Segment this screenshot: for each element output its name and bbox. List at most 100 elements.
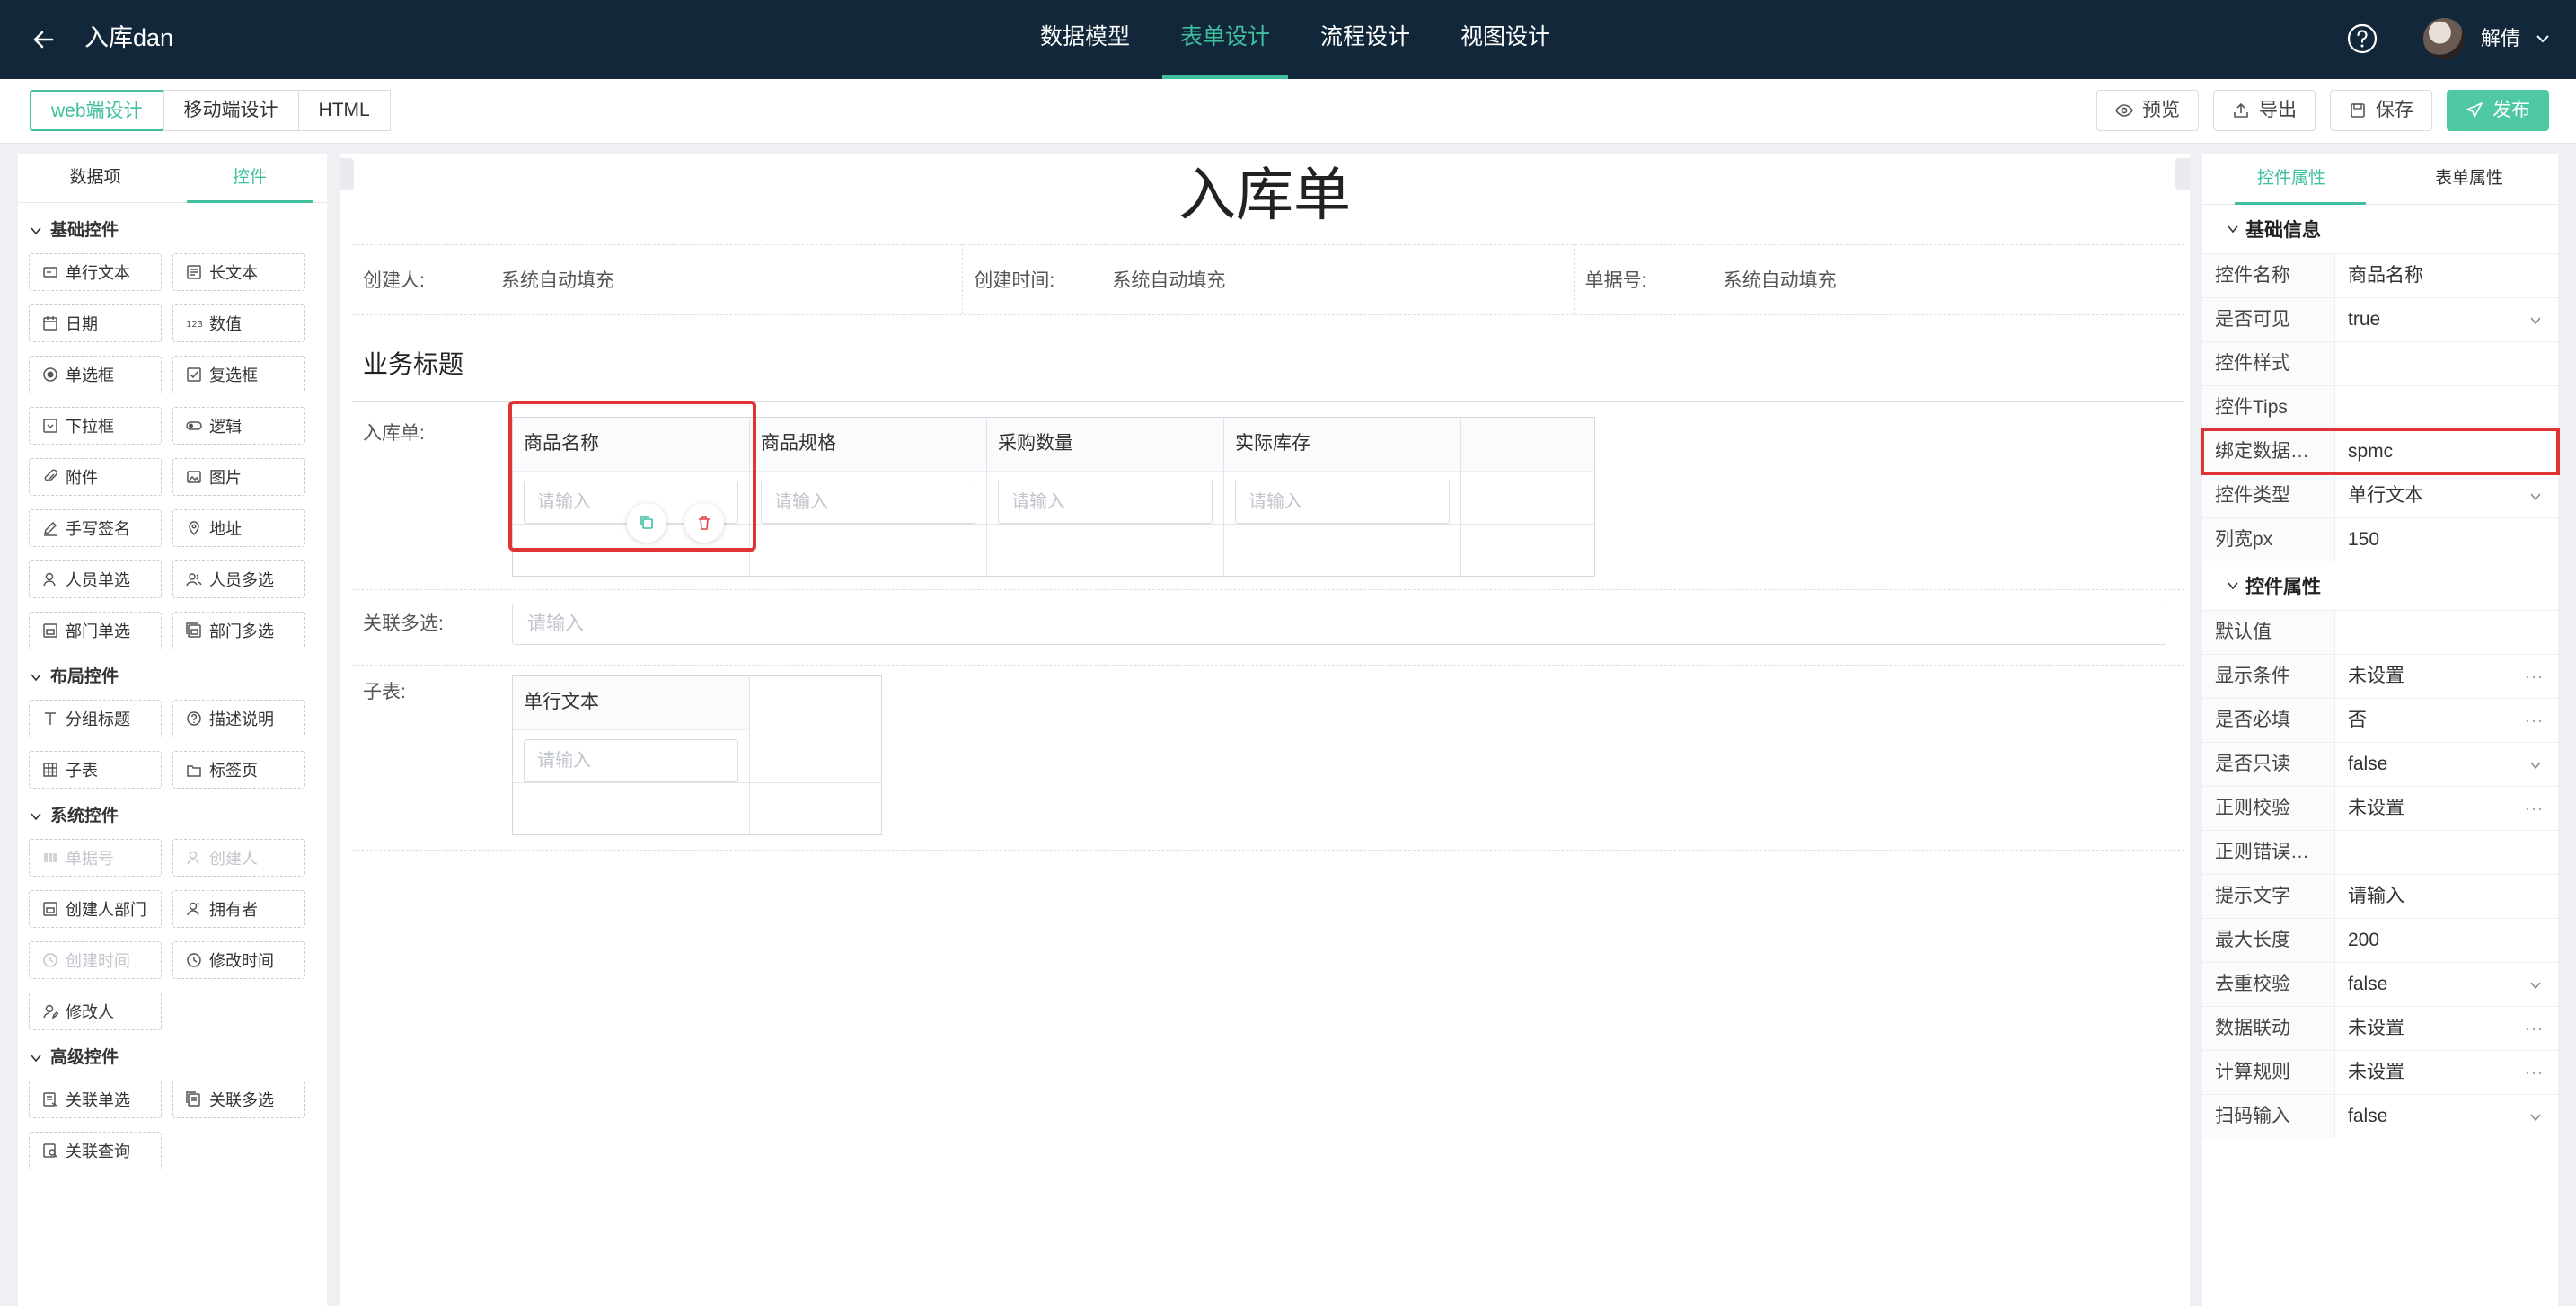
child-subtable[interactable]: 单行文本 请输入 [512, 675, 882, 835]
tab-widgets[interactable]: 控件 [172, 154, 327, 203]
property-value[interactable]: 商品名称 [2335, 254, 2558, 297]
column-input[interactable]: 请输入 [1235, 481, 1450, 524]
property-value[interactable]: 请输入 [2335, 875, 2558, 918]
more-icon[interactable]: ··· [2525, 1007, 2544, 1050]
property-value[interactable] [2335, 386, 2558, 429]
tab-widget-props[interactable]: 控件属性 [2202, 154, 2380, 205]
tab-mobile-design[interactable]: 移动端设计 [163, 90, 299, 131]
chevron-down-icon[interactable] [29, 809, 43, 824]
nav-data-model[interactable]: 数据模型 [1015, 0, 1155, 79]
more-icon[interactable]: ··· [2525, 787, 2544, 830]
widget-item[interactable]: 创建人部门 [29, 890, 162, 928]
property-value[interactable]: 否 ··· [2335, 699, 2558, 742]
export-button[interactable]: 导出 [2213, 90, 2316, 131]
sys-field-create-time[interactable]: 创建时间: 系统自动填充 [963, 244, 1575, 314]
back-arrow-icon[interactable] [25, 20, 65, 59]
widget-item[interactable]: 修改时间 [172, 941, 305, 979]
tab-data-items[interactable]: 数据项 [18, 154, 172, 202]
chevron-down-icon[interactable] [2226, 578, 2240, 593]
widget-item[interactable]: 部门单选 [29, 612, 162, 649]
widget-item[interactable]: 子表 [29, 751, 162, 789]
save-button[interactable]: 保存 [2330, 90, 2432, 131]
sys-field-creator[interactable]: 创建人: 系统自动填充 [352, 244, 964, 314]
widget-item[interactable]: 逻辑 [172, 407, 305, 445]
chevron-down-icon[interactable] [29, 670, 43, 684]
widget-item[interactable]: 关联查询 [29, 1132, 162, 1169]
property-value[interactable] [2335, 342, 2558, 385]
widget-item[interactable]: 复选框 [172, 356, 305, 393]
tab-html[interactable]: HTML [297, 90, 391, 131]
preview-button[interactable]: 预览 [2096, 90, 2199, 131]
widget-item[interactable]: 单选框 [29, 356, 162, 393]
sys-field-doc-number[interactable]: 单据号: 系统自动填充 [1575, 244, 2184, 314]
help-icon[interactable] [2346, 22, 2378, 55]
nav-flow-design[interactable]: 流程设计 [1295, 0, 1435, 79]
property-value[interactable]: spmc [2335, 430, 2558, 473]
property-value[interactable]: 单行文本 [2335, 474, 2558, 517]
property-value[interactable]: 200 [2335, 919, 2558, 962]
widget-group-title[interactable]: 基础控件 [18, 216, 327, 246]
widget-item[interactable]: 修改人 [29, 993, 162, 1030]
widget-item[interactable]: 拥有者 [172, 890, 305, 928]
widget-item[interactable]: 地址 [172, 509, 305, 547]
column-input[interactable]: 请输入 [998, 481, 1213, 524]
widget-item[interactable]: 人员多选 [172, 560, 305, 598]
widget-item[interactable]: 图片 [172, 458, 305, 496]
chevron-down-icon[interactable] [2527, 489, 2544, 505]
tab-web-design[interactable]: web端设计 [30, 90, 164, 131]
more-icon[interactable]: ··· [2525, 1051, 2544, 1094]
property-value[interactable]: 未设置 ··· [2335, 1007, 2558, 1050]
widget-group-title[interactable]: 布局控件 [18, 662, 327, 693]
chevron-down-icon[interactable] [2527, 313, 2544, 329]
property-section-header[interactable]: 基础信息 [2202, 205, 2558, 253]
widget-item[interactable]: 日期 [29, 304, 162, 342]
widget-item[interactable]: 人员单选 [29, 560, 162, 598]
chevron-down-icon[interactable] [29, 224, 43, 238]
publish-button[interactable]: 发布 [2447, 90, 2549, 131]
subtable-column[interactable]: 采购数量 请输入 [987, 418, 1224, 576]
tab-form-props[interactable]: 表单属性 [2380, 154, 2558, 204]
property-value[interactable]: 未设置 ··· [2335, 787, 2558, 830]
avatar[interactable] [2423, 18, 2465, 59]
user-name[interactable]: 解倩 [2481, 22, 2520, 56]
chevron-down-icon[interactable] [29, 1051, 43, 1065]
widget-group-title[interactable]: 高级控件 [18, 1043, 327, 1073]
subtable-column[interactable]: 单行文本 请输入 [513, 676, 750, 834]
subtable-column[interactable]: 商品规格 请输入 [750, 418, 987, 576]
widget-item[interactable]: 关联单选 [29, 1081, 162, 1118]
widget-item[interactable]: 单行文本 [29, 253, 162, 291]
widget-group-title[interactable]: 系统控件 [18, 801, 327, 832]
nav-view-design[interactable]: 视图设计 [1435, 0, 1575, 79]
relation-multi-input[interactable]: 请输入 [512, 604, 2166, 645]
chevron-down-icon[interactable] [2226, 222, 2240, 236]
chevron-down-icon[interactable] [2533, 29, 2553, 49]
section-title[interactable]: 业务标题 [363, 347, 463, 383]
widget-item[interactable]: 描述说明 [172, 700, 305, 737]
widget-item[interactable]: 下拉框 [29, 407, 162, 445]
copy-column-button[interactable] [627, 503, 666, 543]
property-section-header[interactable]: 控件属性 [2202, 561, 2558, 610]
widget-item[interactable]: 标签页 [172, 751, 305, 789]
property-value[interactable]: false [2335, 743, 2558, 786]
property-value[interactable]: false [2335, 963, 2558, 1006]
property-value[interactable] [2335, 611, 2558, 654]
widget-item[interactable]: 部门多选 [172, 612, 305, 649]
column-input[interactable]: 请输入 [761, 481, 975, 524]
widget-item[interactable]: 分组标题 [29, 700, 162, 737]
subtable-column[interactable]: 实际库存 请输入 [1224, 418, 1461, 576]
widget-item[interactable]: 长文本 [172, 253, 305, 291]
widget-item[interactable]: 123 数值 [172, 304, 305, 342]
more-icon[interactable]: ··· [2525, 655, 2544, 698]
delete-column-button[interactable] [684, 503, 724, 543]
more-icon[interactable]: ··· [2525, 699, 2544, 742]
chevron-down-icon[interactable] [2527, 1109, 2544, 1125]
widget-item[interactable]: 关联多选 [172, 1081, 305, 1118]
nav-form-design[interactable]: 表单设计 [1155, 0, 1295, 79]
property-value[interactable]: true [2335, 298, 2558, 341]
widget-item[interactable]: 手写签名 [29, 509, 162, 547]
property-value[interactable]: 未设置 ··· [2335, 1051, 2558, 1094]
chevron-down-icon[interactable] [2527, 977, 2544, 993]
property-value[interactable]: 150 [2335, 518, 2558, 561]
column-input[interactable]: 请输入 [524, 739, 738, 782]
property-value[interactable] [2335, 831, 2558, 874]
